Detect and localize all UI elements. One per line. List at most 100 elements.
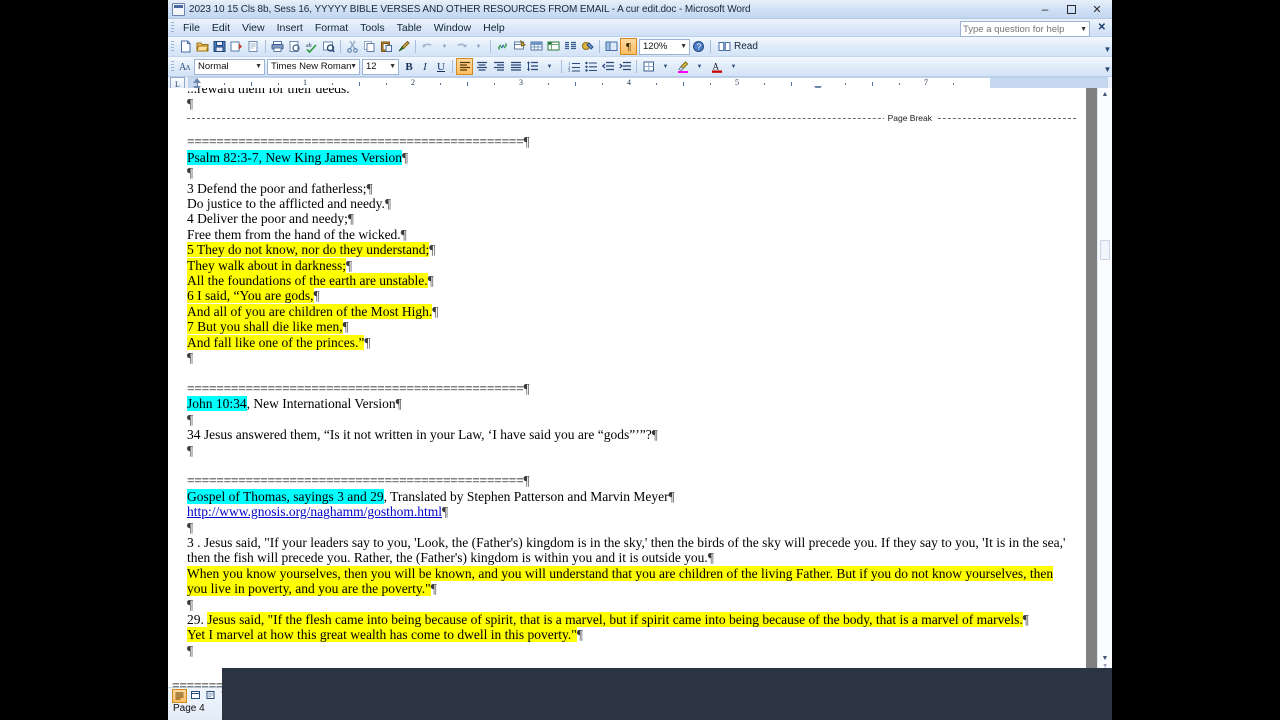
help-icon[interactable]: ? xyxy=(690,38,707,55)
borders-dropdown-icon[interactable]: ▼ xyxy=(657,58,674,75)
verse-text: They walk about in darkness; xyxy=(187,257,346,273)
restore-button[interactable] xyxy=(1058,1,1084,17)
font-color-icon[interactable]: A xyxy=(708,58,725,75)
font-size-combobox[interactable]: 12 ▼ xyxy=(362,58,399,75)
scroll-down-button[interactable]: ▼ xyxy=(1099,652,1111,664)
italic-button[interactable]: I xyxy=(417,59,433,75)
zoom-combobox[interactable]: 120% ▼ xyxy=(639,38,690,55)
standard-toolbar-drag-handle[interactable] xyxy=(171,41,174,52)
insert-hyperlink-icon[interactable] xyxy=(494,38,511,55)
highlight-dropdown-icon[interactable]: ▼ xyxy=(691,58,708,75)
open-folder-icon[interactable] xyxy=(194,38,211,55)
research-icon[interactable] xyxy=(320,38,337,55)
redo-dropdown-icon[interactable]: ▼ xyxy=(470,38,487,55)
spelling-check-icon[interactable]: ab xyxy=(303,38,320,55)
borders-icon[interactable] xyxy=(640,58,657,75)
numbered-list-icon[interactable]: 123 xyxy=(565,58,582,75)
web-layout-view-icon[interactable] xyxy=(189,689,202,701)
print-icon[interactable] xyxy=(269,38,286,55)
undo-icon[interactable] xyxy=(419,38,436,55)
align-right-icon[interactable] xyxy=(490,58,507,75)
show-formatting-marks-icon[interactable]: ¶ xyxy=(620,38,637,55)
format-painter-icon[interactable] xyxy=(395,38,412,55)
document-page[interactable]: ...reward them for their deeds. ¶ Page B… xyxy=(168,88,1086,688)
styles-and-formatting-icon[interactable]: AA xyxy=(177,58,194,75)
normal-view-icon[interactable] xyxy=(172,689,187,703)
ask-a-question-box[interactable]: ▼ xyxy=(960,21,1090,37)
undo-dropdown-icon[interactable]: ▼ xyxy=(436,38,453,55)
font-color-dropdown-icon[interactable]: ▼ xyxy=(725,58,742,75)
first-line-indent-marker[interactable] xyxy=(193,78,201,83)
line-spacing-dropdown-icon[interactable]: ▼ xyxy=(541,58,558,75)
help-search-input[interactable] xyxy=(961,23,1077,35)
ruler-tick xyxy=(278,83,279,85)
chevron-down-icon[interactable]: ▼ xyxy=(680,43,687,50)
new-document-icon[interactable] xyxy=(177,38,194,55)
print-preview-2-icon[interactable] xyxy=(286,38,303,55)
increase-indent-icon[interactable] xyxy=(616,58,633,75)
highlight-color-icon[interactable] xyxy=(674,58,691,75)
chevron-down-icon[interactable]: ▼ xyxy=(350,63,357,70)
style-combobox[interactable]: Normal ▼ xyxy=(194,58,265,75)
justify-icon[interactable] xyxy=(507,58,524,75)
read-button-label: Read xyxy=(734,41,758,52)
decrease-indent-icon[interactable] xyxy=(599,58,616,75)
menu-table[interactable]: Table xyxy=(391,21,428,35)
close-task-pane-button[interactable]: ✕ xyxy=(1098,22,1106,33)
pilcrow-icon: ¶ xyxy=(576,627,583,643)
chevron-down-icon[interactable]: ▼ xyxy=(1080,26,1089,33)
align-left-icon[interactable] xyxy=(456,58,473,75)
pilcrow-icon: ¶ xyxy=(384,196,392,212)
menu-edit[interactable]: Edit xyxy=(206,21,236,35)
page-content[interactable]: ...reward them for their deeds. ¶ Page B… xyxy=(187,88,1076,658)
chevron-down-icon[interactable]: ▼ xyxy=(389,63,396,70)
vertical-scrollbar[interactable]: ▲ ▼ ⤒ ● ⤓ xyxy=(1097,88,1112,688)
scroll-up-button[interactable]: ▲ xyxy=(1099,88,1111,100)
page-break-divider: Page Break xyxy=(187,111,1076,134)
ruler-number: 1 xyxy=(303,78,307,87)
email-icon[interactable] xyxy=(228,38,245,55)
tables-borders-icon[interactable] xyxy=(511,38,528,55)
redo-icon[interactable] xyxy=(453,38,470,55)
copy-icon[interactable] xyxy=(361,38,378,55)
menu-view[interactable]: View xyxy=(236,21,271,35)
separator-line: ========================================… xyxy=(187,134,1076,149)
menu-file[interactable]: File xyxy=(177,21,206,35)
cut-icon[interactable] xyxy=(344,38,361,55)
pilcrow-icon: ¶ xyxy=(187,519,194,535)
font-name-combobox[interactable]: Times New Roman ▼ xyxy=(267,58,360,75)
print-preview-icon[interactable] xyxy=(245,38,262,55)
minimize-button[interactable]: – xyxy=(1032,1,1058,17)
columns-icon[interactable] xyxy=(562,38,579,55)
menu-insert[interactable]: Insert xyxy=(271,21,309,35)
align-center-icon[interactable] xyxy=(473,58,490,75)
document-canvas[interactable]: ...reward them for their deeds. ¶ Page B… xyxy=(168,88,1112,688)
line-spacing-icon[interactable] xyxy=(524,58,541,75)
insert-excel-sheet-icon[interactable] xyxy=(545,38,562,55)
menu-format[interactable]: Format xyxy=(309,21,354,35)
save-icon[interactable] xyxy=(211,38,228,55)
scrollbar-thumb[interactable] xyxy=(1100,240,1110,260)
menu-help[interactable]: Help xyxy=(477,21,511,35)
formatting-toolbar-options-button[interactable]: ▼ xyxy=(1103,59,1112,74)
menu-drag-handle[interactable] xyxy=(171,22,174,33)
menu-window[interactable]: Window xyxy=(428,21,477,35)
document-map-icon[interactable] xyxy=(603,38,620,55)
print-layout-view-icon[interactable] xyxy=(204,689,217,701)
chevron-down-icon[interactable]: ▼ xyxy=(255,63,262,70)
paste-icon[interactable] xyxy=(378,38,395,55)
drawing-icon[interactable] xyxy=(579,38,596,55)
thomas-source-link-line[interactable]: http://www.gnosis.org/naghamm/gosthom.ht… xyxy=(187,504,1076,519)
toolbar-options-button[interactable]: ▼ xyxy=(1103,39,1112,54)
underline-button[interactable]: U xyxy=(433,59,449,75)
bulleted-list-icon[interactable] xyxy=(582,58,599,75)
read-button[interactable]: Read xyxy=(714,39,762,54)
menu-tools[interactable]: Tools xyxy=(354,21,391,35)
pilcrow-icon: ¶ xyxy=(187,442,194,458)
bold-button[interactable]: B xyxy=(401,59,417,75)
insert-table-icon[interactable] xyxy=(528,38,545,55)
formatting-toolbar-drag-handle[interactable] xyxy=(171,61,174,72)
close-button[interactable]: ✕ xyxy=(1084,1,1110,17)
window-controls: – ✕ xyxy=(1032,0,1110,18)
gnosis-hyperlink[interactable]: http://www.gnosis.org/naghamm/gosthom.ht… xyxy=(187,504,442,519)
